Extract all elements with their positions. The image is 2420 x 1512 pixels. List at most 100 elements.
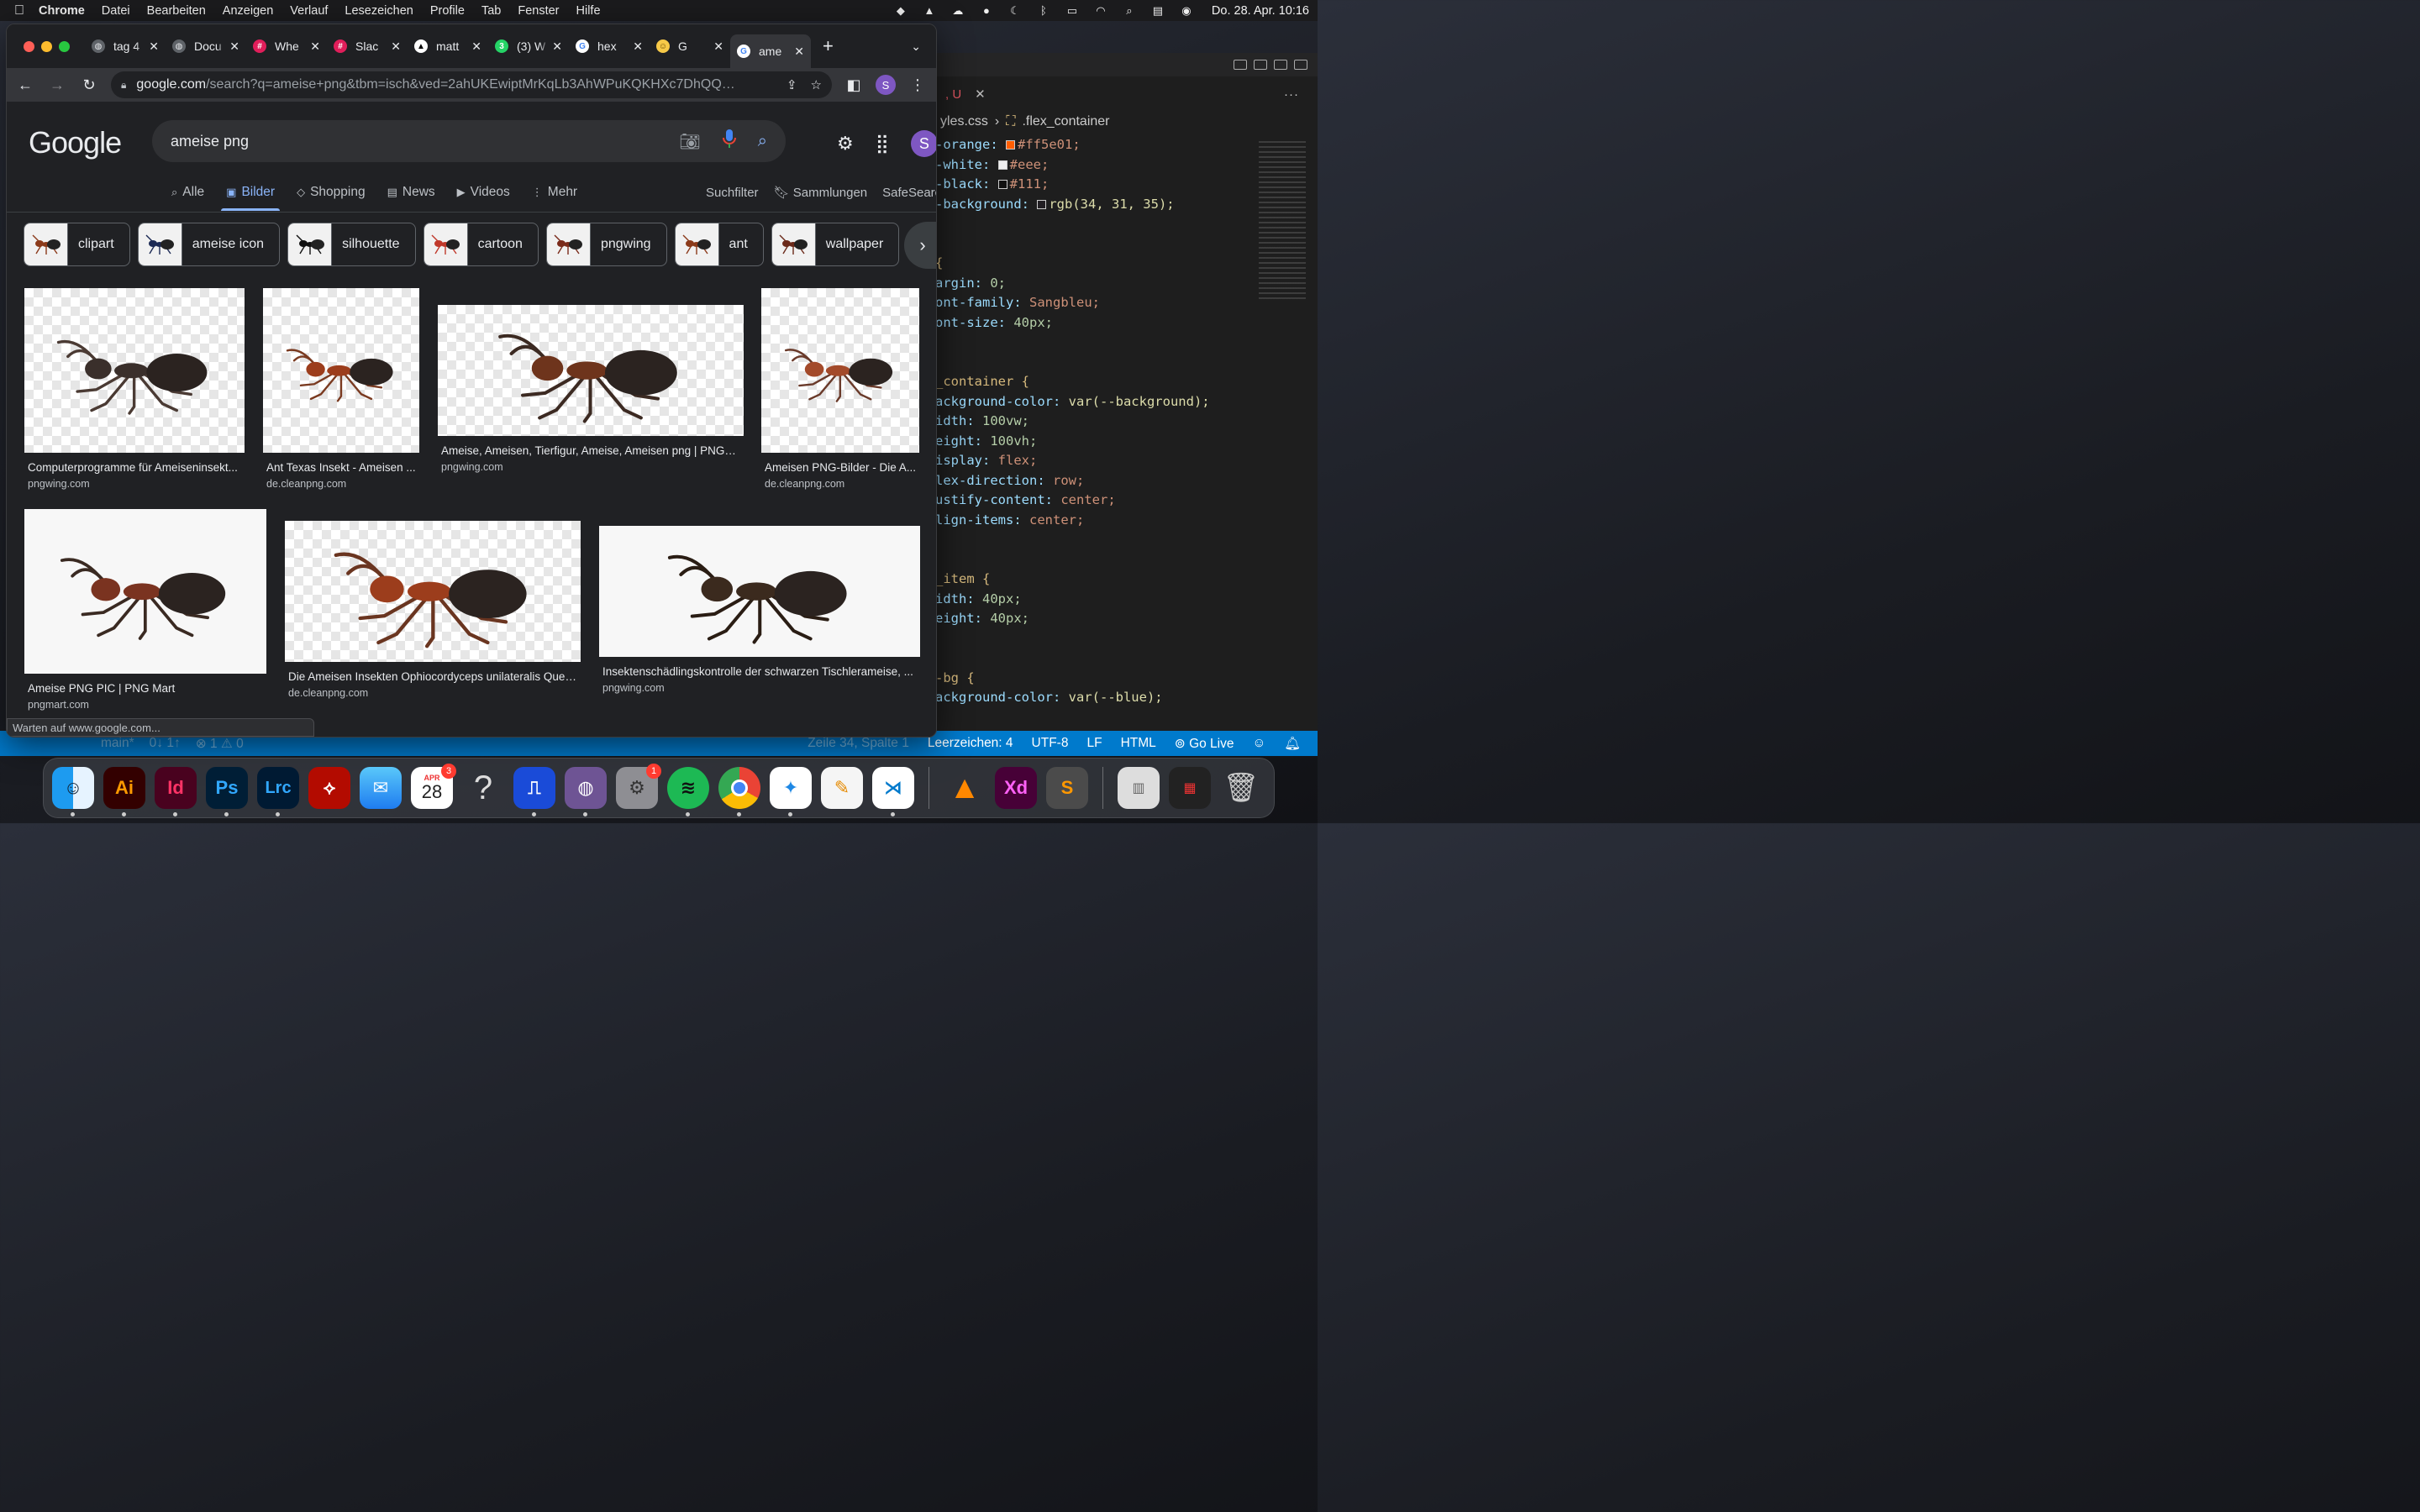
close-tab-icon[interactable]: ✕	[310, 39, 320, 54]
sammlungen-button[interactable]: 🔖︎ Sammlungen	[774, 185, 868, 200]
downloads-stack-icon[interactable]: ▦	[1169, 767, 1211, 809]
sublime-text-icon[interactable]: S	[1046, 767, 1088, 809]
close-tab-icon[interactable]: ✕	[633, 39, 643, 54]
account-avatar[interactable]: S	[910, 130, 936, 157]
dropbox-icon[interactable]: ◆	[892, 4, 909, 18]
tab-alle[interactable]: ⌕ Alle	[171, 174, 204, 211]
close-icon[interactable]: ✕	[975, 87, 986, 102]
related-search-chip[interactable]: cartoon	[423, 223, 539, 266]
image-result[interactable]: Ameise, Ameisen, Tierfigur, Ameise, Amei…	[438, 305, 744, 473]
color-swatch[interactable]	[1037, 199, 1047, 209]
menu-tab[interactable]: Tab	[481, 4, 501, 18]
tab-shopping[interactable]: ◇ Shopping	[297, 174, 366, 211]
result-image[interactable]	[599, 526, 920, 657]
result-source[interactable]: pngwing.com	[599, 682, 920, 694]
result-source[interactable]: de.cleanpng.com	[285, 687, 581, 699]
menu-hilfe[interactable]: Hilfe	[576, 4, 601, 18]
minimap[interactable]	[1259, 141, 1306, 301]
grammarly-icon[interactable]: ●	[978, 4, 995, 18]
toggle-panel-icon[interactable]	[1254, 60, 1267, 70]
chrome-icon[interactable]	[718, 767, 760, 816]
result-title[interactable]: Ameisen PNG-Bilder - Die A...	[761, 461, 919, 474]
close-tab-icon[interactable]: ✕	[471, 39, 481, 54]
reload-icon[interactable]: ↻	[79, 76, 99, 94]
kebab-menu-icon[interactable]: ⋮	[908, 76, 928, 94]
lock-icon[interactable]: 🔒︎	[121, 79, 126, 92]
result-title[interactable]: Die Ameisen Insekten Ophiocordyceps unil…	[285, 670, 581, 683]
result-source[interactable]: de.cleanpng.com	[761, 478, 919, 490]
vlc-icon[interactable]: ▲	[944, 767, 986, 809]
menu-bearbeiten[interactable]: Bearbeiten	[147, 4, 206, 18]
result-image[interactable]	[263, 288, 419, 453]
safari-icon[interactable]: ✦	[770, 767, 812, 816]
related-search-chip[interactable]: ant	[674, 223, 764, 266]
breadcrumb-file[interactable]: yles.css	[940, 114, 988, 129]
siri-icon[interactable]: ◉	[1178, 4, 1195, 18]
language-mode[interactable]: HTML	[1121, 736, 1156, 752]
result-source[interactable]: pngmart.com	[24, 699, 266, 711]
camera-icon[interactable]: 📷︎	[679, 131, 700, 152]
close-tab-icon[interactable]: ✕	[149, 39, 159, 54]
result-title[interactable]: Ant Texas Insekt - Ameisen ...	[263, 461, 419, 474]
tab-search-chevron-icon[interactable]: ⌄	[911, 39, 921, 54]
adobe-xd-icon[interactable]: Xd	[995, 767, 1037, 809]
spotify-icon[interactable]: ≋	[667, 767, 709, 816]
search-icon[interactable]: ⌕	[1121, 4, 1138, 18]
lightroom-classic-icon[interactable]: Lrc	[257, 767, 299, 816]
wifi-icon[interactable]: ◠	[1092, 4, 1109, 18]
chevron-right-icon[interactable]: ›	[904, 222, 936, 269]
related-search-chip[interactable]: silhouette	[287, 223, 416, 266]
vlc-icon[interactable]: ▲	[921, 4, 938, 18]
image-result[interactable]: Ant Texas Insekt - Ameisen ... de.cleanpn…	[263, 288, 419, 490]
color-swatch[interactable]	[997, 180, 1007, 189]
apple-menu-icon[interactable]: 	[0, 3, 39, 18]
control-center-icon[interactable]: ▤	[1150, 4, 1166, 18]
vscode-editor-tab[interactable]: , U ✕ ···	[935, 76, 1318, 112]
breadcrumb-symbol[interactable]: .flex_container	[1022, 114, 1109, 129]
microphone-icon[interactable]	[722, 129, 736, 154]
customize-layout-icon[interactable]	[1294, 60, 1307, 70]
minimize-window-button[interactable]	[41, 40, 52, 52]
menu-verlauf[interactable]: Verlauf	[290, 4, 328, 18]
menu-profile[interactable]: Profile	[430, 4, 465, 18]
new-tab-button[interactable]: +	[823, 35, 834, 57]
result-image[interactable]	[285, 521, 581, 662]
menu-lesezeichen[interactable]: Lesezeichen	[345, 4, 413, 18]
system-preferences-icon[interactable]: ⚙ 1	[616, 764, 661, 809]
side-panel-icon[interactable]: ◧	[844, 76, 864, 94]
question-mark-icon[interactable]: ?	[462, 767, 504, 809]
apps-grid-icon[interactable]: ⣿	[876, 133, 889, 155]
gear-icon[interactable]: ⚙	[837, 133, 854, 155]
close-tab-icon[interactable]: ✕	[552, 39, 562, 54]
related-search-chip[interactable]: ameise icon	[137, 223, 281, 266]
browser-tab[interactable]: # Whe ✕	[246, 31, 327, 61]
color-swatch[interactable]	[1006, 140, 1015, 150]
bell-icon[interactable]: 🔔︎	[1284, 736, 1301, 752]
search-input[interactable]: ameise png 📷︎ ⌕	[152, 120, 786, 162]
result-image[interactable]	[24, 288, 245, 453]
indesign-icon[interactable]: Id	[155, 767, 197, 816]
result-source[interactable]: pngwing.com	[24, 478, 245, 490]
google-logo[interactable]: Google	[29, 125, 122, 160]
browser-tab[interactable]: # Slac ✕	[327, 31, 408, 61]
menu-anzeigen[interactable]: Anzeigen	[223, 4, 273, 18]
trash-icon[interactable]: 🗑︎	[1220, 767, 1262, 809]
result-image[interactable]	[438, 305, 744, 436]
encoding[interactable]: UTF-8	[1032, 736, 1069, 752]
scanner-icon[interactable]: ⎍	[513, 767, 555, 816]
browser-tab[interactable]: ◍ tag 4 ✕	[85, 31, 166, 61]
git-branch[interactable]: main*	[101, 736, 134, 752]
related-search-chip[interactable]: pngwing	[545, 223, 667, 266]
close-tab-icon[interactable]: ✕	[794, 45, 804, 59]
address-bar[interactable]: 🔒︎ google.com /search?q=ameise+png&tbm=i…	[111, 71, 832, 98]
photoshop-icon[interactable]: Ps	[206, 767, 248, 816]
result-source[interactable]: de.cleanpng.com	[263, 478, 419, 490]
acrobat-icon[interactable]: ⟡	[308, 767, 350, 809]
cursor-position[interactable]: Zeile 34, Spalte 1	[808, 736, 909, 752]
close-tab-icon[interactable]: ✕	[391, 39, 401, 54]
tab-bilder[interactable]: ▣ Bilder	[221, 174, 281, 211]
calendar-icon[interactable]: APR 28 3	[411, 764, 456, 809]
close-tab-icon[interactable]: ✕	[713, 39, 723, 54]
forward-arrow-icon[interactable]: →	[47, 76, 67, 94]
mail-icon[interactable]: ✉	[360, 767, 402, 809]
